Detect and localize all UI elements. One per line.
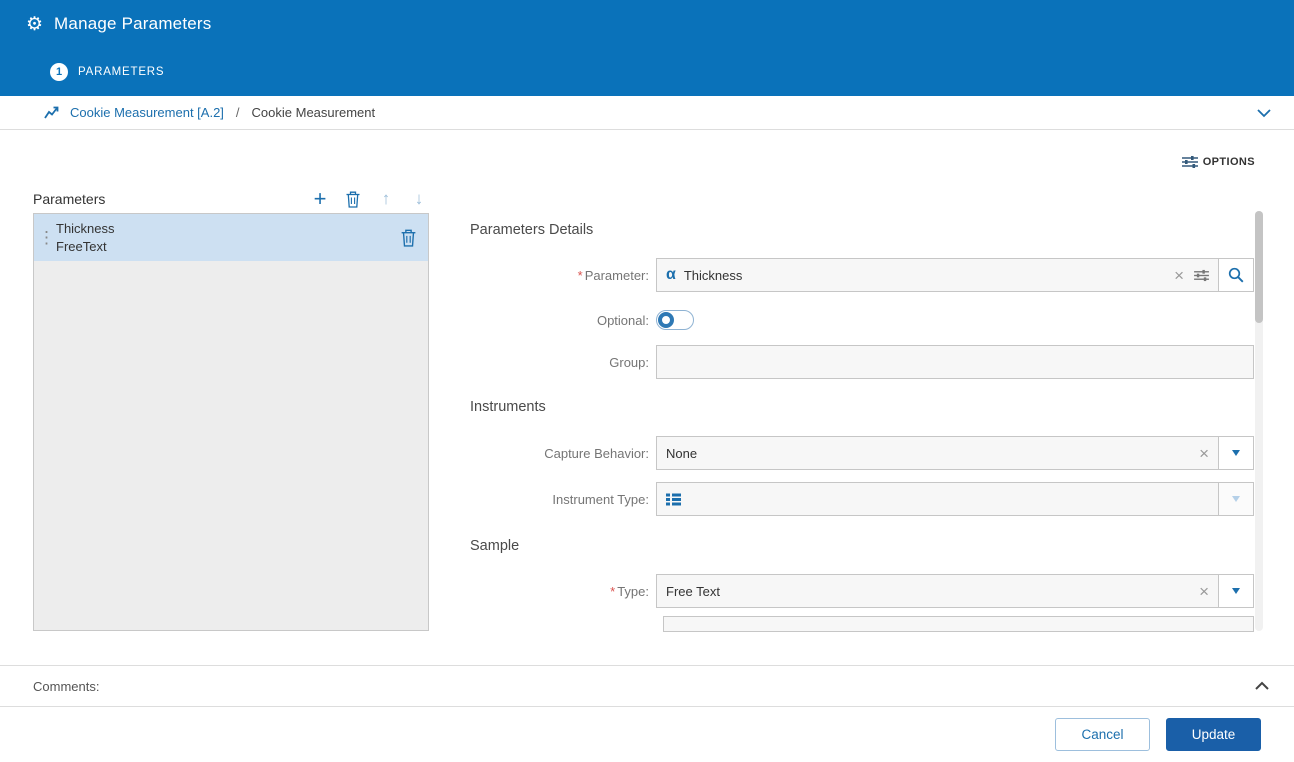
- add-parameter-button[interactable]: +: [310, 189, 330, 209]
- list-icon: [666, 493, 681, 506]
- wizard-step-row: 1 PARAMETERS: [0, 48, 1294, 96]
- instrument-type-row: Instrument Type:: [470, 482, 1254, 516]
- row-delete-button[interactable]: [401, 229, 416, 247]
- cancel-button[interactable]: Cancel: [1055, 718, 1150, 751]
- parameters-list: ⋮ Thickness FreeText: [33, 213, 429, 631]
- sliders-icon: [1182, 155, 1198, 169]
- chevron-down-icon[interactable]: [1256, 108, 1272, 118]
- clear-parameter-icon[interactable]: ×: [1174, 267, 1184, 284]
- chevron-up-icon[interactable]: [1254, 681, 1270, 691]
- parameter-list-item[interactable]: ⋮ Thickness FreeText: [34, 214, 428, 261]
- breadcrumb-current: Cookie Measurement: [252, 105, 376, 120]
- toggle-knob: [658, 312, 674, 328]
- scrollbar-thumb[interactable]: [1255, 211, 1263, 323]
- chart-icon: [44, 105, 62, 120]
- footer-bar: Cancel Update: [0, 707, 1294, 762]
- manage-parameters-icon: ⚙: [26, 15, 43, 34]
- type-dropdown-button[interactable]: [1218, 574, 1254, 608]
- required-marker: *: [610, 584, 615, 599]
- drag-handle-icon[interactable]: ⋮: [38, 228, 52, 248]
- parameter-details-panel: Parameters Details *Parameter: α Thickne…: [470, 210, 1254, 632]
- instrument-type-field[interactable]: [656, 482, 1219, 516]
- parameter-lookup-button[interactable]: [1218, 258, 1254, 292]
- parameters-list-title: Parameters: [33, 191, 105, 207]
- parameter-item-text: Thickness FreeText: [56, 220, 115, 255]
- title-row: ⚙ Manage Parameters: [0, 0, 1294, 48]
- next-field-partial[interactable]: [663, 616, 1254, 632]
- instrument-type-label: Instrument Type:: [470, 492, 656, 507]
- parameter-value: Thickness: [684, 268, 743, 283]
- type-row: *Type: Free Text ×: [470, 574, 1254, 608]
- move-down-button[interactable]: ↓: [409, 189, 429, 209]
- clear-type-icon[interactable]: ×: [1199, 583, 1209, 600]
- type-value: Free Text: [666, 584, 720, 599]
- update-button[interactable]: Update: [1166, 718, 1261, 751]
- step-label[interactable]: PARAMETERS: [78, 66, 164, 78]
- header-bar: ⚙ Manage Parameters 1 PARAMETERS: [0, 0, 1294, 96]
- required-marker: *: [578, 268, 583, 283]
- capture-behavior-label: Capture Behavior:: [470, 446, 656, 461]
- sample-heading: Sample: [470, 538, 1254, 554]
- type-field[interactable]: Free Text ×: [656, 574, 1219, 608]
- group-input[interactable]: [656, 345, 1254, 379]
- options-button[interactable]: OPTIONS: [1182, 155, 1255, 169]
- details-scrollbar[interactable]: [1255, 211, 1263, 631]
- clear-capture-behavior-icon[interactable]: ×: [1199, 445, 1209, 462]
- optional-toggle[interactable]: [656, 310, 694, 330]
- parameters-list-header: Parameters + ↑ ↓: [33, 188, 429, 210]
- breadcrumb-separator: /: [236, 105, 240, 120]
- caret-down-icon: [1232, 450, 1240, 456]
- parameters-list-toolbar: + ↑ ↓: [310, 189, 429, 209]
- optional-row: Optional:: [470, 310, 1254, 330]
- capture-behavior-value: None: [666, 446, 697, 461]
- comments-label: Comments:: [33, 679, 99, 694]
- type-label: *Type:: [470, 584, 656, 599]
- options-label: OPTIONS: [1203, 156, 1255, 168]
- group-row: Group:: [470, 345, 1254, 379]
- instruments-heading: Instruments: [470, 399, 1254, 415]
- parameter-row: *Parameter: α Thickness ×: [470, 258, 1254, 292]
- breadcrumb: Cookie Measurement [A.2] / Cookie Measur…: [0, 96, 1294, 130]
- comments-section: Comments:: [0, 665, 1294, 707]
- capture-behavior-field[interactable]: None ×: [656, 436, 1219, 470]
- group-label: Group:: [470, 355, 656, 370]
- page-title: Manage Parameters: [54, 14, 211, 34]
- parameter-field[interactable]: α Thickness ×: [656, 258, 1219, 292]
- caret-down-icon: [1232, 588, 1240, 594]
- move-up-button[interactable]: ↑: [376, 189, 396, 209]
- delete-parameter-button[interactable]: [343, 189, 363, 209]
- caret-down-icon: [1232, 496, 1240, 502]
- parameter-label: *Parameter:: [470, 268, 656, 283]
- breadcrumb-link[interactable]: Cookie Measurement [A.2]: [70, 105, 224, 120]
- parameter-item-type: FreeText: [56, 238, 115, 256]
- details-heading: Parameters Details: [470, 222, 1254, 238]
- instrument-type-dropdown-button: [1218, 482, 1254, 516]
- parameter-item-name: Thickness: [56, 220, 115, 238]
- capture-behavior-dropdown-button[interactable]: [1218, 436, 1254, 470]
- alpha-icon: α: [666, 266, 676, 284]
- search-icon: [1228, 267, 1244, 283]
- capture-behavior-row: Capture Behavior: None ×: [470, 436, 1254, 470]
- filter-sliders-icon[interactable]: [1194, 269, 1209, 282]
- step-number-badge: 1: [50, 63, 68, 81]
- optional-label: Optional:: [470, 313, 656, 328]
